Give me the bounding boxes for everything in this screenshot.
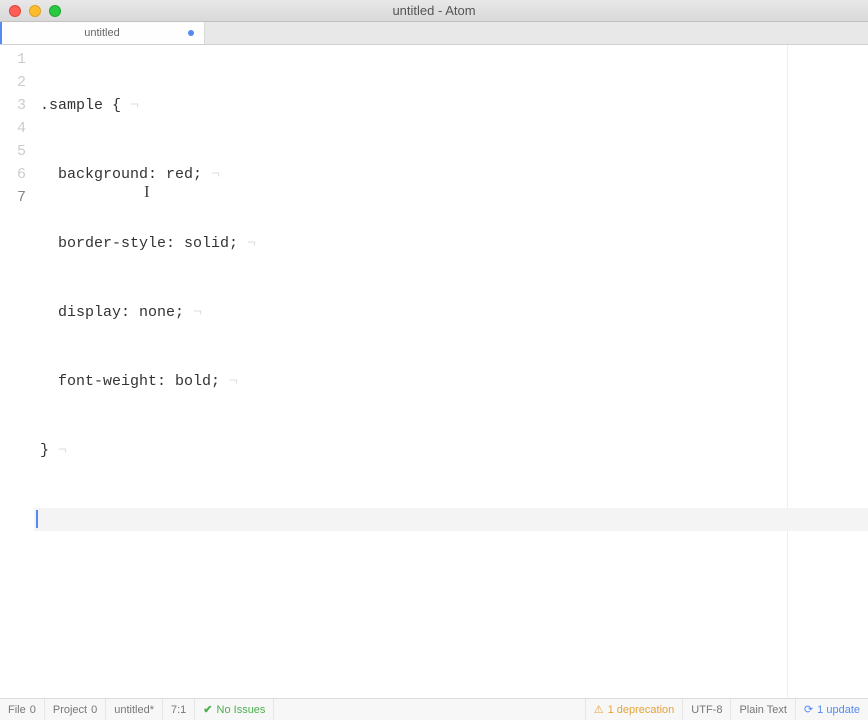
code-line: display: none; ¬ [34,301,868,324]
invisible-char: ¬ [184,304,202,321]
window-title: untitled - Atom [0,3,868,18]
code-line: background: red; ¬ [34,163,868,186]
code-line-active [34,508,868,531]
line-number: 1 [0,48,26,71]
line-number: 6 [0,163,26,186]
close-window-button[interactable] [9,5,21,17]
status-path[interactable]: untitled* [106,699,163,720]
status-cursor-position[interactable]: 7:1 [163,699,195,720]
status-bar: File 0 Project 0 untitled* 7:1 ✔ No Issu… [0,698,868,720]
status-project[interactable]: Project 0 [45,699,106,720]
gutter[interactable]: 1 2 3 4 5 6 7 [0,45,34,698]
code-line: border-style: solid; ¬ [34,232,868,255]
tab-untitled[interactable]: untitled [0,22,205,44]
warning-icon: ⚠ [594,703,604,716]
status-deprecation[interactable]: ⚠ 1 deprecation [585,699,683,720]
invisible-char: ¬ [121,97,139,114]
line-number: 4 [0,117,26,140]
code-line: font-weight: bold; ¬ [34,370,868,393]
line-number: 3 [0,94,26,117]
code-line: .sample { ¬ [34,94,868,117]
line-number: 2 [0,71,26,94]
status-update[interactable]: ⟳ 1 update [795,699,868,720]
editor[interactable]: 1 2 3 4 5 6 7 .sample { ¬ background: re… [0,45,868,698]
tab-dirty-dot-icon[interactable] [188,30,194,36]
invisible-char: ¬ [238,235,256,252]
invisible-char: ¬ [49,442,67,459]
cursor-caret-icon [36,510,38,528]
squirrel-icon: ⟳ [804,703,813,716]
line-number: 5 [0,140,26,163]
invisible-char: ¬ [202,166,220,183]
tab-label: untitled [0,27,204,39]
tab-active-indicator [0,22,2,44]
status-grammar[interactable]: Plain Text [730,699,795,720]
check-icon: ✔ [203,703,212,716]
status-right: ⚠ 1 deprecation UTF-8 Plain Text ⟳ 1 upd… [585,699,868,720]
minimize-window-button[interactable] [29,5,41,17]
code-content[interactable]: .sample { ¬ background: red; ¬ border-st… [34,45,868,698]
status-file[interactable]: File 0 [0,699,45,720]
code-line: } ¬ [34,439,868,462]
status-encoding[interactable]: UTF-8 [682,699,730,720]
invisible-char: ¬ [220,373,238,390]
title-bar: untitled - Atom [0,0,868,22]
maximize-window-button[interactable] [49,5,61,17]
status-linter[interactable]: ✔ No Issues [195,699,274,720]
traffic-lights [0,5,61,17]
tab-bar[interactable]: untitled [0,22,868,45]
line-number: 7 [0,186,26,209]
